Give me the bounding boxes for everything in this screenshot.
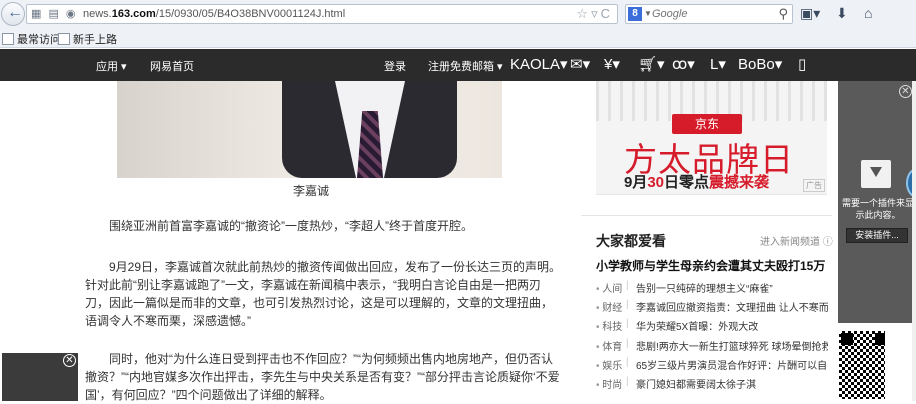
plugin-message: 需要一个插件来显示此内容。 [842, 198, 915, 220]
address-bar[interactable]: ▦ ▤ ◉ news.163.com/15/0930/05/B4O38BNV00… [26, 4, 618, 24]
item-category: 人间 [596, 280, 622, 295]
search-bar[interactable]: 8 ▼ ⚲ [625, 4, 793, 24]
plugin-download-icon [861, 160, 891, 188]
popular-headline-link[interactable]: 小学教师与学生母亲约会遭其丈夫殴打15万 [596, 257, 825, 274]
bookmarks-toolbar: 最常访问 新手上路 [0, 28, 916, 48]
search-input[interactable] [652, 8, 762, 20]
item-category: 娱乐 [596, 357, 622, 372]
nav-kaola-label: KAOLA [510, 56, 561, 73]
item-title: 悲剧!两亦大一新生打篮球猝死 球场晕倒抢救 [636, 342, 828, 353]
item-title: 告别一只纯碎的理想主义“麻雀” [636, 284, 773, 295]
list-item[interactable]: 时尚 | 豪门媳妇都需要阔太徐子淇 [596, 374, 828, 392]
bookmark-page-icon [58, 33, 70, 45]
bookmark-getting-started[interactable]: 新手上路 [58, 31, 117, 47]
item-separator: | [626, 357, 629, 368]
back-arrow-icon: ← [7, 4, 23, 21]
browser-chrome: ← ▦ ▤ ◉ news.163.com/15/0930/05/B4O38BNV… [0, 0, 916, 48]
item-title: 豪门媳妇都需要阔太徐子淇 [636, 380, 756, 391]
item-separator: | [626, 299, 629, 310]
popular-more-link[interactable]: 进入新闻频道 ⓘ [760, 233, 833, 248]
list-item[interactable]: 人间 | 告别一只纯碎的理想主义“麻雀” [596, 278, 828, 296]
item-title: 李嘉诚回应撤资指责：文理扭曲 让人不寒而栗 [636, 303, 828, 314]
nav-home[interactable]: 网易首页 [150, 58, 194, 74]
article-photo [117, 81, 502, 178]
nav-register-label: 注册免费邮箱 [428, 61, 494, 73]
article-paragraph: 9月29日，李嘉诚首次就此前热炒的撤资传闻做出回应，发布了一份长达三页的声明。针… [85, 260, 562, 328]
nav-kaola[interactable]: KAOLA▾ [510, 55, 568, 73]
list-item[interactable]: 娱乐 | 65岁三级片男演员混合作好评：片酬可以自己 [596, 355, 828, 373]
nav-apps[interactable]: 应用 ▾ [96, 58, 127, 74]
item-category: 时尚 [596, 376, 622, 391]
ad-date-day: 30 [647, 174, 665, 191]
photo-caption: 李嘉诚 [293, 184, 330, 198]
item-title: 65岁三级片男演员混合作好评：片酬可以自己 [636, 361, 828, 372]
list-item[interactable]: 财经 | 李嘉诚回应撤资指责：文理扭曲 让人不寒而栗 [596, 297, 828, 315]
install-plugin-button[interactable]: 安装插件... [846, 228, 908, 243]
close-icon[interactable]: ✕ [899, 85, 912, 98]
item-separator: | [626, 280, 629, 291]
bookmark-star-icon[interactable]: ☆▿C [576, 6, 613, 22]
scrollbar[interactable] [912, 81, 916, 401]
currency-icon[interactable]: ¥▾ [604, 55, 620, 73]
url-domain: 163.com [111, 8, 156, 20]
ad-date-month: 9月 [624, 174, 648, 191]
nav-bobo[interactable]: BoBo▾ [738, 55, 782, 73]
divider [581, 215, 832, 216]
url-prefix: news. [83, 8, 112, 20]
article-paragraph: 围绕亚洲前首富李嘉诚的“撤资论”一度热炒，“李超人”终于首度开腔。 [109, 219, 473, 233]
list-item[interactable]: 体育 | 悲剧!两亦大一新生打篮球猝死 球场晕倒抢救 [596, 336, 828, 354]
article-paragraph: 同时，他对“为什么连日受到抨击也不作回应？”“为何频频出售内地房地产，但仍否认撤… [85, 352, 560, 402]
nav-login[interactable]: 登录 [384, 58, 406, 74]
bookmarks-menu-icon[interactable]: ▣▾ [800, 5, 820, 22]
search-icon[interactable]: ⚲ [778, 6, 788, 22]
close-icon[interactable]: ✕ [63, 354, 76, 367]
bookmark-most-visited[interactable]: 最常访问 [2, 31, 61, 47]
ad-date-mid: 日零点 [664, 174, 710, 191]
popular-section-title: 大家都爱看 [596, 233, 666, 249]
item-title: 华为荣耀5X首曝：外观大改 [636, 322, 759, 333]
cart-icon[interactable]: 🛒︎▾ [638, 55, 665, 73]
game-icon[interactable]: ꝏ▾ [672, 55, 695, 73]
nav-register-mail[interactable]: 注册免费邮箱 ▾ [428, 58, 503, 74]
jd-banner-ad[interactable]: 京东 方太品牌日 9月30日零点震撼来袭 广告 [596, 81, 827, 195]
page-icons: ▦ ▤ ◉ [31, 8, 78, 20]
back-button[interactable]: ← [1, 2, 25, 26]
nav-lofter-label: L [710, 56, 719, 73]
nav-bobo-label: BoBo [738, 56, 775, 73]
item-category: 体育 [596, 338, 622, 353]
bookmark-label: 最常访问 [17, 34, 61, 46]
ad-date-line: 9月30日零点震撼来袭 [624, 171, 769, 192]
home-icon[interactable]: ⌂ [864, 5, 872, 21]
chevron-down-icon[interactable]: ▼ [644, 9, 652, 18]
site-nav-bar: 应用 ▾ 网易首页 登录 注册免费邮箱 ▾ KAOLA▾ ✉▾ ¥▾ 🛒︎▾ ꝏ… [0, 49, 916, 81]
search-engine-icon[interactable]: 8 [628, 7, 642, 21]
item-separator: | [626, 318, 629, 329]
item-separator: | [626, 376, 629, 387]
url-path: /15/0930/05/B4O38BNV0001124J.html [155, 8, 346, 20]
bookmark-folder-icon [2, 33, 14, 45]
nav-lofter[interactable]: L▾ [710, 55, 726, 73]
ad-date-highlight: 震撼来袭 [709, 174, 770, 191]
url-text[interactable]: news.163.com/15/0930/05/B4O38BNV0001124J… [83, 8, 345, 20]
item-category: 财经 [596, 299, 622, 314]
ad-tag: 广告 [803, 179, 825, 192]
list-item[interactable]: 科技 | 华为荣耀5X首曝：外观大改 [596, 316, 828, 334]
qr-code [837, 329, 887, 401]
navigation-toolbar: ← ▦ ▤ ◉ news.163.com/15/0930/05/B4O38BNV… [0, 0, 916, 28]
item-category: 科技 [596, 318, 622, 333]
mobile-icon[interactable]: ▯ [798, 55, 806, 73]
jd-logo: 京东 [672, 114, 742, 134]
mail-icon[interactable]: ✉▾ [570, 55, 590, 73]
download-icon[interactable]: ⬇ [836, 5, 848, 22]
nav-apps-label: 应用 [96, 61, 118, 73]
bookmark-label: 新手上路 [73, 34, 117, 46]
item-separator: | [626, 338, 629, 349]
